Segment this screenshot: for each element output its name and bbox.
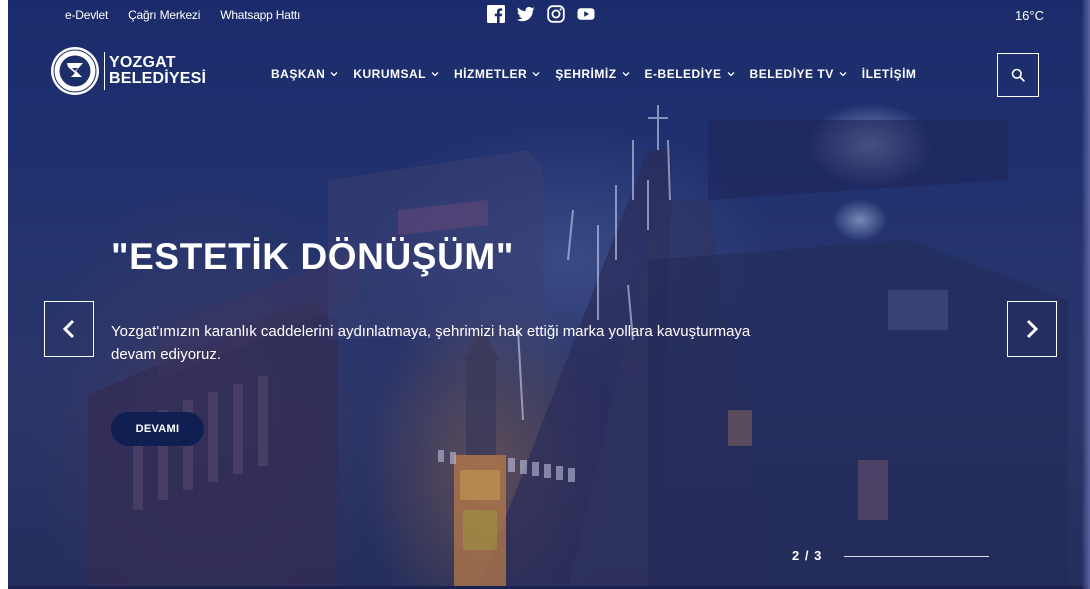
top-bar: e-Devlet Çağrı Merkezi Whatsapp Hattı 16…: [8, 0, 1090, 32]
chevron-down-icon: [431, 72, 439, 77]
chevron-right-icon: [1026, 319, 1039, 339]
facebook-icon[interactable]: [487, 5, 505, 23]
municipality-seal-icon: [51, 47, 99, 95]
hero-slider: e-Devlet Çağrı Merkezi Whatsapp Hattı 16…: [8, 0, 1090, 589]
search-button[interactable]: [997, 53, 1039, 97]
nav-item-label: BAŞKAN: [271, 67, 326, 81]
social-links: [487, 5, 595, 23]
quick-links: e-Devlet Çağrı Merkezi Whatsapp Hattı: [65, 8, 300, 22]
nav-item-label: İLETİŞİM: [861, 67, 917, 81]
nav-item-label: E-BELEDİYE: [644, 67, 722, 81]
nav-item-belediye-tv[interactable]: BELEDİYE TV: [750, 67, 847, 81]
temperature: 16°C: [1014, 8, 1044, 23]
chevron-left-icon: [62, 319, 75, 339]
nav-item-label: HİZMETLER: [454, 67, 528, 81]
nav-item-ebelediye[interactable]: E-BELEDİYE: [645, 67, 735, 81]
slide-counter: 2 / 3: [792, 548, 823, 563]
frame-right-edge: [1082, 0, 1090, 589]
search-icon: [1011, 68, 1025, 82]
call-center-link[interactable]: Çağrı Merkezi: [128, 8, 200, 22]
twitter-icon[interactable]: [517, 5, 535, 23]
slide-progress-line: [844, 556, 989, 557]
next-slide-button[interactable]: [1007, 301, 1057, 357]
nav-item-label: KURUMSAL: [353, 67, 427, 81]
nav-item-iletisim[interactable]: İLETİŞİM: [862, 67, 917, 81]
previous-slide-button[interactable]: [44, 301, 94, 357]
nav-item-baskan[interactable]: BAŞKAN: [271, 67, 338, 81]
chevron-down-icon: [839, 72, 847, 77]
chevron-down-icon: [330, 72, 338, 77]
logo-line-2: BELEDİYESİ: [109, 70, 207, 87]
whatsapp-link[interactable]: Whatsapp Hattı: [220, 8, 300, 22]
nav-item-sehrimiz[interactable]: ŞEHRİMİZ: [555, 67, 629, 81]
nav-item-label: BELEDİYE TV: [749, 67, 834, 81]
slide-title: "ESTETİK DÖNÜŞÜM": [111, 236, 514, 277]
youtube-icon[interactable]: [577, 5, 595, 23]
main-navigation: BAŞKAN KURUMSAL HİZMETLER ŞEHRİMİZ E-BEL…: [271, 67, 916, 81]
nav-item-label: ŞEHRİMİZ: [555, 67, 617, 81]
logo-divider: [104, 52, 105, 90]
chevron-down-icon: [622, 72, 629, 77]
logo-text: YOZGAT BELEDİYESİ: [109, 55, 206, 87]
edevlet-link[interactable]: e-Devlet: [65, 8, 108, 22]
read-more-button[interactable]: DEVAMI: [111, 412, 204, 446]
chevron-down-icon: [727, 72, 735, 77]
nav-item-hizmetler[interactable]: HİZMETLER: [454, 67, 540, 81]
nav-item-kurumsal[interactable]: KURUMSAL: [353, 67, 439, 81]
chevron-down-icon: [532, 72, 540, 77]
instagram-icon[interactable]: [547, 5, 565, 23]
slide-description: Yozgat'ımızın karanlık caddelerini aydın…: [111, 323, 751, 363]
site-logo[interactable]: YOZGAT BELEDİYESİ: [50, 46, 206, 96]
logo-line-1: YOZGAT: [109, 54, 176, 71]
